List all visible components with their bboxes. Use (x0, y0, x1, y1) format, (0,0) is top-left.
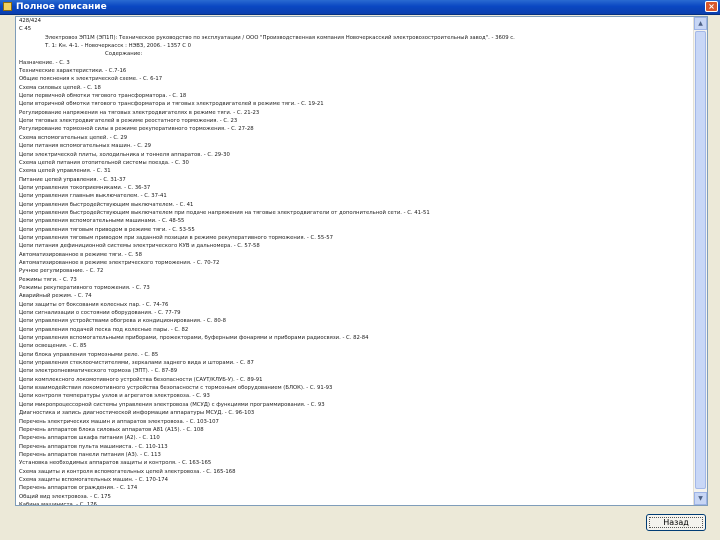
description-line: Назначение. - С. 3 (19, 59, 70, 66)
description-line: Цепи управления главным выключателем. - … (19, 193, 167, 200)
description-line: Цепи комплексного локомотивного устройст… (19, 376, 263, 383)
scroll-thumb[interactable] (695, 31, 706, 489)
description-line: 428/424 (19, 18, 42, 24)
description-line: Перечень аппаратов панели питания (А3). … (19, 451, 161, 458)
description-line: Регулирование тормозной силы в режиме ре… (19, 126, 254, 133)
description-line: Цепи управления быстродействующим выключ… (19, 201, 194, 208)
description-line: Режимы тяги. - С. 73 (19, 276, 77, 283)
description-line: Цепи управления вспомогательными машинам… (19, 218, 185, 225)
description-line: Цепи электрической плиты, холодильника и… (19, 151, 230, 158)
description-line: Цепи вторичной обмотки тягового трансфор… (19, 101, 324, 108)
description-line: Содержание: (105, 51, 143, 58)
back-button[interactable]: Назад (646, 514, 706, 531)
description-line: Диагностика и запись диагностической инф… (19, 410, 255, 417)
description-line: Цепи освещения. - С. 85 (19, 343, 87, 350)
description-line: Перечень аппаратов ограждения. - С. 174 (19, 485, 138, 492)
description-line: Цепи управления вспомогательными прибора… (19, 335, 369, 342)
focus-ring (649, 517, 703, 528)
description-line: Перечень аппаратов блока силовых аппарат… (19, 426, 204, 433)
description-line: Цепи управления стеклоочистителями, зерк… (19, 360, 254, 367)
app-icon (3, 2, 12, 11)
description-line: Кабина машиниста. - С. 176 (19, 501, 97, 506)
description-line: Схема защиты вспомогательных машин. - С.… (19, 476, 168, 483)
description-line: Автоматизированное в режиме тяги. - С. 5… (19, 251, 143, 258)
description-line: Автоматизированное в режиме электрическо… (19, 259, 220, 266)
description-line: Цепи взаимодействия локомотивного устрой… (19, 385, 333, 392)
description-line: Схема цепей управления. - С. 31 (19, 168, 111, 175)
description-line: Режимы рекуперативного торможения. - С. … (19, 285, 150, 291)
description-content: 428/424 С 45 Электровоз ЭП1М (ЭП1П): Техни… (19, 17, 684, 506)
description-line: Цепи электропневматического тормоза (ЭПТ… (19, 368, 178, 375)
description-line: Схема силовых цепей. - С. 18 (19, 84, 101, 91)
description-line: Схема защиты и контроля вспомогательных … (19, 468, 236, 475)
window-title: Полное описание (16, 2, 107, 12)
description-line: Цепи управления тяговым приводом в режим… (19, 226, 195, 233)
description-line: Общие пояснения к электрической схеме. -… (19, 76, 163, 83)
scroll-down-button[interactable]: ▼ (694, 492, 707, 505)
description-line: Общий вид электровоза. - С. 175 (19, 493, 111, 500)
description-line: Цепи блока управления тормозными реле. -… (19, 351, 159, 358)
description-line: Цепи управления подачей песка под колесн… (19, 326, 189, 333)
close-button[interactable]: × (705, 1, 718, 12)
title-bar[interactable]: Полное описание × (0, 0, 720, 15)
description-line: Цепи микропроцессорной системы управлени… (19, 401, 325, 408)
description-line: С 45 (19, 26, 32, 33)
description-line: Цепи управления быстродействующим выключ… (19, 209, 430, 216)
description-text-area[interactable]: 428/424 С 45 Электровоз ЭП1М (ЭП1П): Техни… (15, 16, 708, 506)
description-line: Перечень аппаратов пульта машиниста. - С… (19, 443, 168, 450)
description-line: Схема вспомогательных цепей. - С. 29 (19, 134, 128, 141)
description-line: Т. 1: Кн. 4-1. - Новочеркасск : НЭВЗ, 20… (45, 43, 192, 50)
description-line: Цепи управления устройствами обогрева и … (19, 318, 227, 325)
description-line: Перечень аппаратов шкафа питания (А2). -… (19, 435, 160, 442)
scroll-up-button[interactable]: ▲ (694, 17, 707, 30)
vertical-scrollbar[interactable]: ▲ ▼ (693, 17, 707, 505)
description-line: Цепи питания вспомогательных машин. - С.… (19, 143, 152, 150)
description-line: Цепи защиты от боксования колесных пар. … (19, 301, 169, 308)
description-line: Установка необходимых аппаратов защиты и… (19, 460, 212, 467)
description-line: Цепи сигнализации о состоянии оборудован… (19, 310, 181, 317)
description-line: Цепи управления токоприемниками. - С. 36… (19, 184, 151, 191)
description-line: Цепи питания дефиниционной системы элект… (19, 243, 260, 250)
description-line: Цепи контроля температуры узлов и агрега… (19, 393, 210, 400)
description-line: Схема цепей питания отопительной системы… (19, 159, 189, 166)
description-line: Технические характеристики. - С.7-16 (19, 68, 127, 75)
description-line: Питание цепей управления. - С. 31-37 (19, 176, 126, 183)
description-window: Полное описание × 428/424 С 45 Электровоз … (0, 0, 720, 540)
description-line: Электровоз ЭП1М (ЭП1П): Техническое руко… (45, 34, 515, 41)
description-line: Аварийный режим. - С. 74 (19, 293, 92, 300)
description-line: Цепи первичной обмотки тягового трансфор… (19, 93, 187, 100)
description-line: Цепи управления тяговым приводом при зад… (19, 234, 333, 241)
description-line: Регулирование напряжения на тяговых элек… (19, 109, 260, 116)
description-line: Цепи тяговых электродвигателей в режиме … (19, 118, 238, 125)
description-line: Ручное регулирование. - С. 72 (19, 268, 104, 275)
description-line: Перечень электрических машин и аппаратов… (19, 418, 219, 425)
